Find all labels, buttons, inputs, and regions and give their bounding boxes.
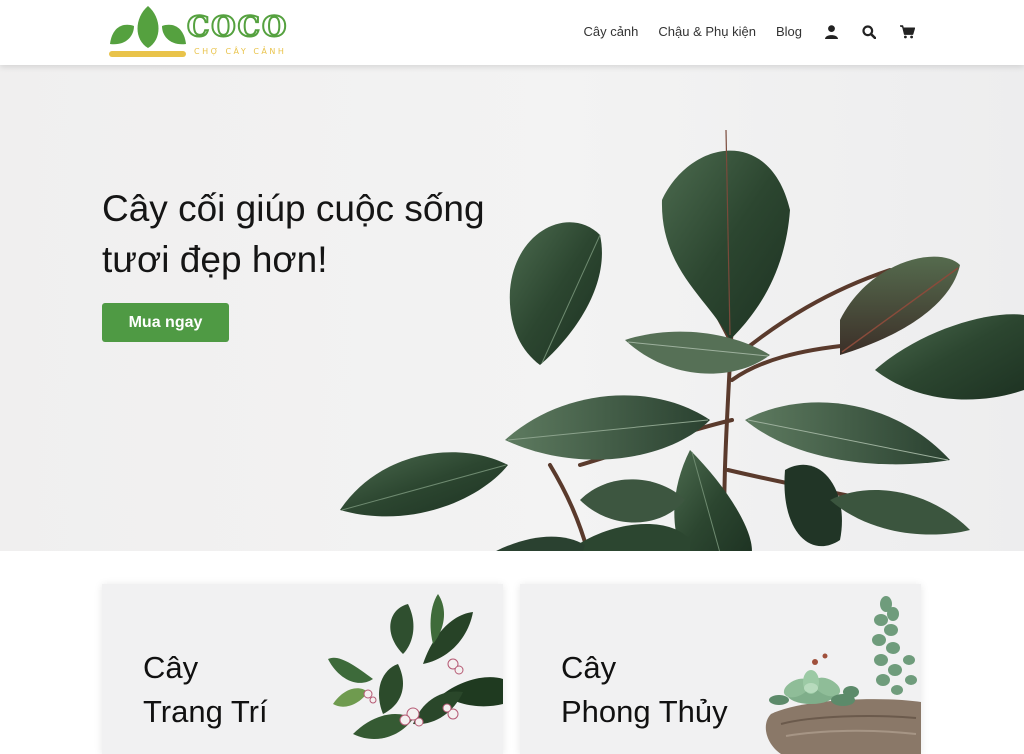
- logo-leaves-icon: [109, 6, 186, 57]
- category-card-feng-shui[interactable]: Cây Phong Thủy: [520, 584, 921, 754]
- cart-icon[interactable]: [898, 23, 916, 41]
- category-section: Cây Trang Trí Cây Phong Thủy: [0, 551, 1024, 754]
- hero-banner: Cây cối giúp cuộc sống tươi đẹp hơn! Mua…: [0, 65, 1024, 551]
- category-title-line-1: Cây: [561, 650, 617, 685]
- user-icon[interactable]: [822, 23, 840, 41]
- category-title: Cây Phong Thủy: [561, 646, 728, 734]
- site-header: COCO CHỢ CÂY CẢNH Cây cảnh Chậu & Phụ ki…: [0, 0, 1024, 65]
- category-card-decorative[interactable]: Cây Trang Trí: [102, 584, 503, 754]
- logo-tagline: CHỢ CÂY CẢNH: [194, 47, 287, 56]
- main-nav: Cây cảnh Chậu & Phụ kiện Blog: [563, 20, 916, 44]
- category-title-line-2: Trang Trí: [143, 694, 268, 729]
- logo[interactable]: COCO CHỢ CÂY CẢNH: [108, 4, 294, 60]
- category-title: Cây Trang Trí: [143, 646, 268, 734]
- logo-wordmark: COCO: [186, 10, 289, 43]
- nav-item-chau-phu-kien[interactable]: Chậu & Phụ kiện: [658, 20, 756, 44]
- nav-item-cay-canh[interactable]: Cây cảnh: [583, 20, 638, 44]
- category-title-line-2: Phong Thủy: [561, 694, 728, 729]
- flowering-plant-image: [328, 594, 503, 739]
- succulent-plant-image: [765, 596, 921, 754]
- shop-now-button[interactable]: Mua ngay: [102, 303, 229, 342]
- search-icon[interactable]: [860, 23, 878, 41]
- rubber-plant-image: [340, 129, 1024, 551]
- category-title-line-1: Cây: [143, 650, 199, 685]
- nav-item-blog[interactable]: Blog: [776, 20, 802, 44]
